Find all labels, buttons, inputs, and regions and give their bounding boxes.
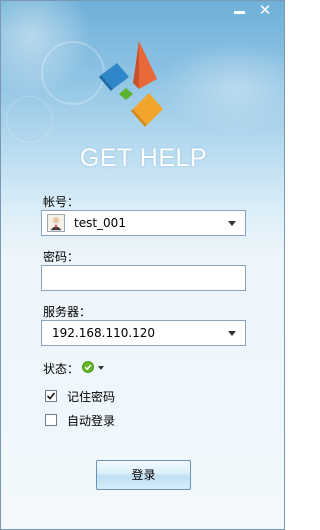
status-label: 状态： [43,362,80,376]
status-chevron-down-icon[interactable] [98,366,104,370]
checkmark-icon [46,392,56,400]
app-title: GET HELP [79,144,208,172]
server-label: 服务器： [43,305,92,319]
login-window: ✕ GET HELP 帐号： test_001 密码： 服务器： 192.168… [0,0,285,530]
remember-password-label[interactable]: 记住密码 [67,388,115,405]
logo-orange-triangle-shade [133,41,139,89]
online-status-icon[interactable] [82,361,94,373]
chevron-down-icon[interactable] [228,331,236,336]
minimize-icon [233,11,245,14]
auto-login-checkbox[interactable] [45,414,57,426]
account-value: test_001 [74,216,126,230]
background-bokeh [161,41,284,131]
window-controls: ✕ [226,1,278,19]
close-button[interactable]: ✕ [252,1,278,19]
background-bokeh [6,96,53,143]
background-bokeh [41,41,105,105]
auto-login-label[interactable]: 自动登录 [67,412,115,429]
logo-orange-triangle [139,41,157,89]
password-label: 密码： [43,250,80,264]
close-icon: ✕ [258,1,272,19]
minimize-button[interactable] [226,1,252,19]
logo-yellow-diamond [133,93,163,125]
server-dropdown[interactable]: 192.168.110.120 [41,320,246,346]
logo-blue-diamond [101,63,129,89]
login-button[interactable]: 登录 [96,460,191,490]
remember-password-checkbox[interactable] [45,390,57,402]
app-logo-icon [99,41,163,127]
background-bokeh [1,1,91,96]
logo-green-diamond [119,88,133,100]
user-avatar-icon [47,214,65,232]
password-input[interactable] [41,265,246,291]
account-label: 帐号： [43,195,80,209]
chevron-down-icon[interactable] [228,221,236,226]
server-value: 192.168.110.120 [52,326,156,340]
account-dropdown[interactable]: test_001 [41,210,246,236]
